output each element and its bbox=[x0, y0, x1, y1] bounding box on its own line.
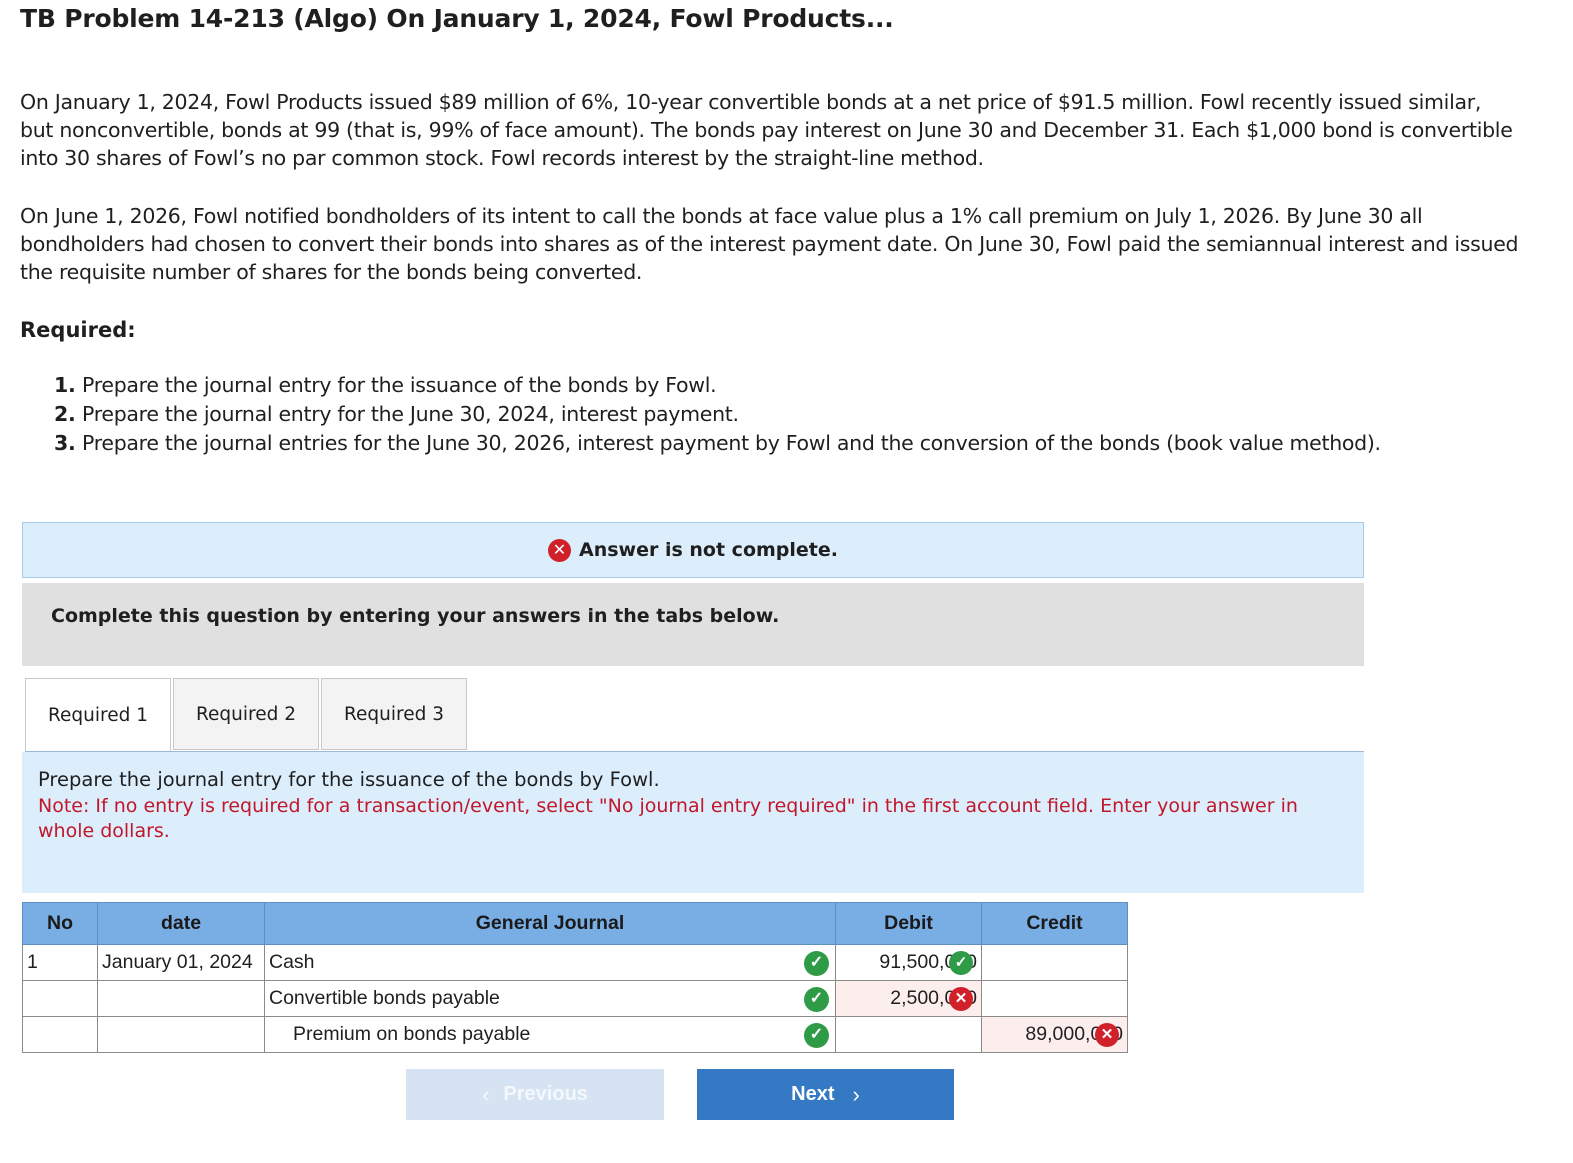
required-heading: Required: bbox=[20, 318, 136, 342]
check-circle-icon: ✓ bbox=[804, 1022, 829, 1048]
header-date: date bbox=[97, 902, 265, 945]
debit-input[interactable] bbox=[835, 1016, 982, 1053]
credit-input[interactable] bbox=[981, 980, 1128, 1017]
row-no bbox=[22, 980, 98, 1017]
prompt-note: Note: If no entry is required for a tran… bbox=[38, 795, 1298, 842]
x-circle-icon: ✕ bbox=[1095, 1022, 1119, 1047]
next-button[interactable]: Next › bbox=[697, 1069, 954, 1120]
header-general-journal: General Journal bbox=[264, 902, 836, 945]
x-circle-icon: ✕ bbox=[949, 986, 973, 1011]
required-item: 3. Prepare the journal entries for the Ju… bbox=[54, 431, 1381, 455]
x-circle-icon: ✕ bbox=[548, 538, 571, 562]
journal-table: No date General Journal Debit Credit 1 J… bbox=[22, 902, 1128, 1053]
page-title: TB Problem 14-213 (Algo) On January 1, 2… bbox=[20, 4, 894, 33]
problem-paragraph-1: On January 1, 2024, Fowl Products issued… bbox=[20, 90, 1513, 170]
table-row: Convertible bonds payable ✓ 2,500,000 ✕ bbox=[22, 980, 1128, 1017]
check-circle-icon: ✓ bbox=[804, 950, 829, 976]
tab-divider bbox=[25, 751, 1364, 752]
account-select[interactable]: Cash ✓ bbox=[264, 944, 836, 981]
tab-required-3[interactable]: Required 3 bbox=[321, 678, 467, 750]
table-row: Premium on bonds payable ✓ 89,000,000 ✕ bbox=[22, 1016, 1128, 1053]
prompt-box: Prepare the journal entry for the issuan… bbox=[22, 752, 1364, 893]
instruction-bar: Complete this question by entering your … bbox=[22, 583, 1364, 666]
table-row: 1 January 01, 2024 Cash ✓ 91,500,000 ✓ bbox=[22, 944, 1128, 981]
debit-input[interactable]: 2,500,000 ✕ bbox=[835, 980, 982, 1017]
row-date[interactable] bbox=[97, 1016, 265, 1053]
answer-status-banner: ✕ Answer is not complete. bbox=[22, 522, 1364, 578]
journal-header-row: No date General Journal Debit Credit bbox=[22, 902, 1128, 945]
prompt-text: Prepare the journal entry for the issuan… bbox=[38, 768, 660, 791]
debit-input[interactable]: 91,500,000 ✓ bbox=[835, 944, 982, 981]
tab-required-2[interactable]: Required 2 bbox=[173, 678, 319, 750]
credit-input[interactable] bbox=[981, 944, 1128, 981]
row-no bbox=[22, 1016, 98, 1053]
required-list: 1. Prepare the journal entry for the issu… bbox=[54, 371, 1454, 458]
check-circle-icon: ✓ bbox=[949, 950, 973, 975]
check-circle-icon: ✓ bbox=[804, 986, 829, 1012]
row-no: 1 bbox=[22, 944, 98, 981]
required-item: 2. Prepare the journal entry for the June… bbox=[54, 402, 739, 426]
credit-input[interactable]: 89,000,000 ✕ bbox=[981, 1016, 1128, 1053]
required-item: 1. Prepare the journal entry for the issu… bbox=[54, 373, 717, 397]
previous-button[interactable]: ‹ Previous bbox=[406, 1069, 664, 1120]
row-date[interactable] bbox=[97, 980, 265, 1017]
header-no: No bbox=[22, 902, 98, 945]
instruction-text: Complete this question by entering your … bbox=[51, 605, 780, 627]
header-debit: Debit bbox=[835, 902, 982, 945]
chevron-left-icon: ‹ bbox=[482, 1081, 490, 1107]
chevron-right-icon: › bbox=[852, 1081, 860, 1107]
row-date[interactable]: January 01, 2024 bbox=[97, 944, 265, 981]
answer-status-text: Answer is not complete. bbox=[579, 539, 838, 561]
problem-paragraph-2: On June 1, 2026, Fowl notified bondholde… bbox=[20, 204, 1519, 284]
header-credit: Credit bbox=[981, 902, 1128, 945]
tab-required-1[interactable]: Required 1 bbox=[25, 678, 171, 752]
account-select[interactable]: Premium on bonds payable ✓ bbox=[264, 1016, 836, 1053]
account-select[interactable]: Convertible bonds payable ✓ bbox=[264, 980, 836, 1017]
